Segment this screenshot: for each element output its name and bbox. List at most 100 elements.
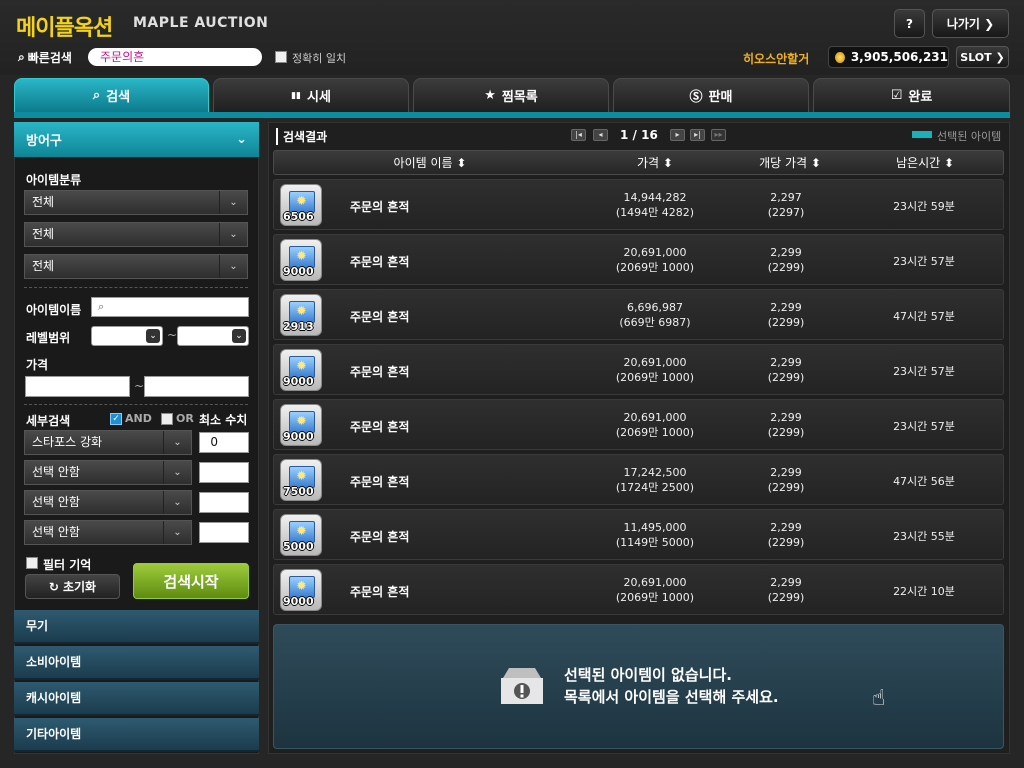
time-left: 23시간 57분 (893, 365, 955, 378)
prev-page-button[interactable]: ◂ (593, 129, 608, 141)
exact-match-checkbox[interactable] (275, 51, 287, 63)
exit-button[interactable]: 나가기 ❯ (932, 9, 1009, 38)
checkbox-icon: ☑ (890, 88, 903, 103)
result-row[interactable]: 9000 주문의 흔적 20,691,000 (2069만 1000) 2,299 (22… (273, 399, 1004, 450)
category-etc[interactable]: 기타아이템 (14, 718, 259, 752)
chevron-down-icon: ⌄ (163, 491, 191, 514)
sell-coin-icon: Ⓢ (689, 90, 703, 105)
column-time-left[interactable]: 남은시간 ⬍ (875, 154, 975, 171)
empty-box-icon (501, 668, 543, 704)
level-max-select[interactable]: ⌄ (177, 326, 249, 346)
exact-match-label: 정확히 일치 (292, 52, 347, 65)
detail-option-select-3[interactable]: 선택 안함 ⌄ (24, 490, 192, 515)
item-unit-price: 2,299 (2299) (738, 520, 834, 550)
and-label: AND (125, 412, 152, 425)
price-value: 20,691,000 (623, 576, 687, 589)
item-quantity: 9000 (283, 595, 314, 608)
price-korean: (669만 6987) (619, 316, 691, 329)
select-value: 선택 안함 (32, 495, 80, 509)
result-row[interactable]: 7500 주문의 흔적 17,242,500 (1724만 2500) 2,299 (22… (273, 454, 1004, 505)
tab-sell[interactable]: Ⓢ 판매 (613, 78, 809, 113)
category-consumable[interactable]: 소비아이템 (14, 646, 259, 680)
logo-title-kr: 메이플옥션 (16, 16, 113, 41)
meso-coin-icon (835, 51, 845, 63)
selected-legend-swatch (912, 131, 932, 138)
detail-option-select-2[interactable]: 선택 안함 ⌄ (24, 460, 192, 485)
price-max-input[interactable] (144, 376, 249, 397)
scroll-item-icon: 5000 (280, 514, 322, 556)
scroll-item-icon: 9000 (280, 404, 322, 446)
tab-wishlist[interactable]: ★ 찜목록 (413, 78, 609, 113)
detail-value-input-3[interactable] (199, 492, 249, 513)
item-name-input[interactable]: ⌕ (91, 297, 249, 317)
price-value: 14,944,282 (623, 191, 687, 204)
level-min-select[interactable]: ⌄ (91, 326, 163, 346)
time-left: 23시간 57분 (893, 255, 955, 268)
search-start-button[interactable]: 검색시작 (133, 563, 249, 599)
filter-memory-label: 필터 기억 (43, 558, 92, 572)
slot-button[interactable]: SLOT ❯ (956, 46, 1009, 68)
time-left: 23시간 57분 (893, 420, 955, 433)
item-name-label: 아이템이름 (26, 303, 82, 317)
result-row[interactable]: 5000 주문의 흔적 11,495,000 (1149만 5000) 2,299 (22… (273, 509, 1004, 560)
result-row[interactable]: 9000 주문의 흔적 20,691,000 (2069만 1000) 2,299 (22… (273, 344, 1004, 395)
detail-option-select-1[interactable]: 스타포스 강화 ⌄ (24, 430, 192, 455)
category-header-armor[interactable]: 방어구 ⌄ (14, 122, 259, 157)
tab-search[interactable]: ⌕ 검색 (14, 78, 209, 113)
chevron-down-icon: ⌄ (219, 255, 247, 278)
item-unit-price: 2,299 (2299) (738, 575, 834, 605)
item-price: 20,691,000 (2069만 1000) (590, 355, 720, 385)
help-button[interactable]: ? (894, 9, 925, 38)
first-page-button[interactable]: |◂ (571, 129, 586, 141)
category-cash[interactable]: 캐시아이템 (14, 682, 259, 716)
result-row[interactable]: 9000 주문의 흔적 20,691,000 (2069만 1000) 2,299 (22… (273, 234, 1004, 285)
last-page-button[interactable]: ▸| (690, 129, 705, 141)
item-unit-price: 2,299 (2299) (738, 410, 834, 440)
tab-complete[interactable]: ☑ 완료 (813, 78, 1010, 113)
and-checkbox[interactable]: ✓ (110, 413, 122, 425)
time-left: 23시간 59분 (893, 200, 955, 213)
scroll-item-icon: 9000 (280, 349, 322, 391)
scroll-item-icon: 7500 (280, 459, 322, 501)
category-weapon[interactable]: 무기 (14, 610, 259, 644)
price-korean: (1724만 2500) (615, 481, 695, 494)
unit-price-sub: (2299) (767, 261, 805, 274)
select-value: 선택 안함 (32, 465, 80, 479)
detail-value-input-4[interactable] (199, 522, 249, 543)
column-unit-price[interactable]: 개당 가격 ⬍ (740, 154, 840, 171)
price-range-separator: ~ (134, 379, 145, 393)
empty-selection-line1: 선택된 아이템이 없습니다. (564, 666, 732, 684)
item-quantity: 2913 (283, 320, 314, 333)
unit-price-value: 2,299 (770, 356, 802, 369)
item-unit-price: 2,299 (2299) (738, 245, 834, 275)
unit-price-value: 2,299 (770, 576, 802, 589)
detail-option-select-4[interactable]: 선택 안함 ⌄ (24, 520, 192, 545)
detail-value-input-2[interactable] (199, 462, 249, 483)
result-row[interactable]: 6506 주문의 흔적 14,944,282 (1494만 4282) 2,297 (22… (273, 179, 1004, 230)
price-korean: (2069만 1000) (615, 426, 695, 439)
item-name: 주문의 흔적 (350, 365, 410, 379)
item-name: 주문의 흔적 (350, 530, 410, 544)
time-left: 47시간 57분 (893, 310, 955, 323)
next-page-button[interactable]: ▸ (670, 129, 685, 141)
price-min-input[interactable] (25, 376, 130, 397)
column-item-name[interactable]: 아이템 이름 ⬍ (340, 154, 520, 171)
category-select-3[interactable]: 전체 ⌄ (24, 254, 248, 279)
star-icon: ★ (484, 88, 496, 103)
detail-value-input-1[interactable]: 0 (199, 432, 249, 453)
result-row[interactable]: 2913 주문의 흔적 6,696,987 (669만 6987) 2,299 (2299… (273, 289, 1004, 340)
result-row[interactable]: 9000 주문의 흔적 20,691,000 (2069만 1000) 2,299 (22… (273, 564, 1004, 615)
tab-market-price[interactable]: ▮▮ 시세 (213, 78, 409, 113)
divider (24, 404, 248, 405)
reset-label: 초기화 (62, 580, 97, 594)
reset-button[interactable]: ↻ 초기화 (25, 574, 120, 599)
logo-title-en: MAPLE AUCTION (133, 15, 269, 31)
quick-search-input[interactable]: 주문의흔 (88, 48, 262, 66)
filter-memory-checkbox[interactable] (26, 557, 38, 569)
or-checkbox[interactable] (161, 413, 173, 425)
max-page-button[interactable]: ▸▸ (711, 129, 726, 141)
column-price[interactable]: 가격 ⬍ (590, 154, 720, 171)
category-select-1[interactable]: 전체 ⌄ (24, 190, 248, 215)
category-select-2[interactable]: 전체 ⌄ (24, 222, 248, 247)
search-icon: ⌕ (98, 300, 105, 313)
